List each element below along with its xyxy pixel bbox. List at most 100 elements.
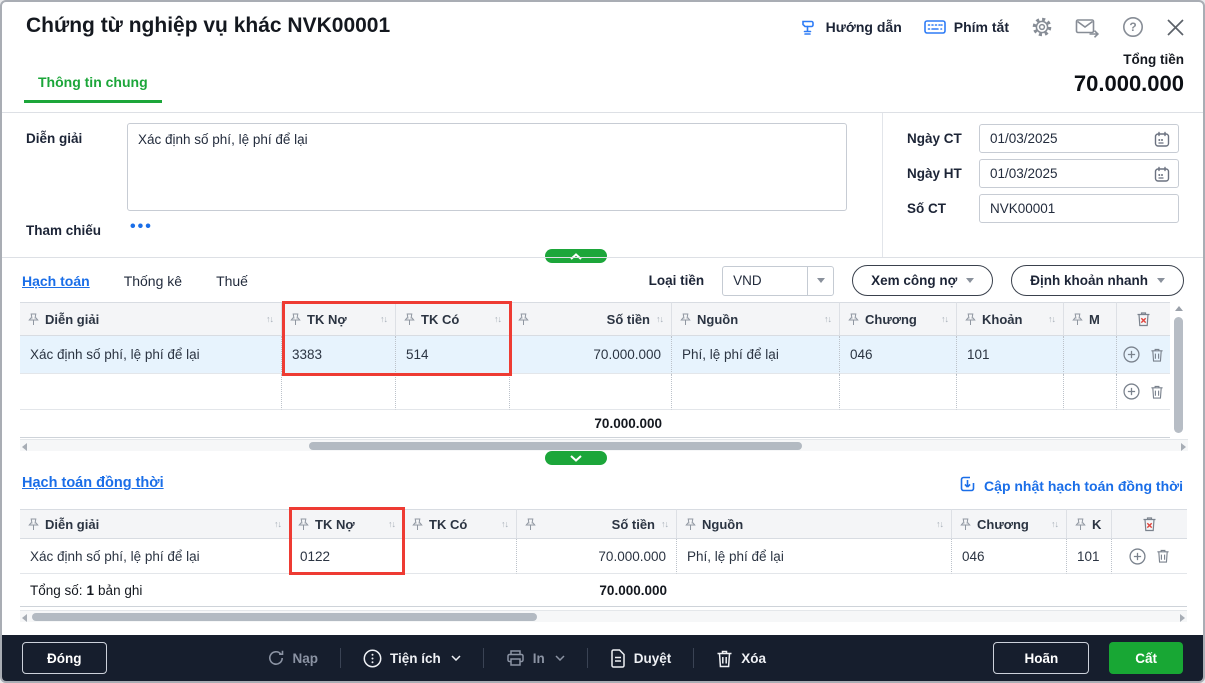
settings-gear-icon[interactable] [1031, 16, 1053, 38]
horizontal-scrollbar[interactable] [20, 439, 1188, 451]
cell-so-tien[interactable]: 70.000.000 [517, 539, 677, 574]
cell-tk-no[interactable]: 3383 [282, 336, 396, 374]
sort-icon[interactable]: ↑↓ [936, 519, 944, 529]
col-header-tk-no[interactable]: TK Nợ ↑↓ [290, 509, 404, 539]
duyet-button[interactable]: Duyệt [610, 648, 671, 668]
cell-empty[interactable] [1064, 374, 1117, 410]
col-header-chuong[interactable]: Chương ↑↓ [952, 509, 1067, 539]
cell-empty[interactable] [396, 374, 510, 410]
cell-empty[interactable] [957, 374, 1064, 410]
cell-chuong[interactable]: 046 [952, 539, 1067, 574]
scrollbar-thumb[interactable] [1174, 317, 1183, 433]
chevron-down-icon [451, 655, 461, 661]
collapse-form-button[interactable] [545, 249, 607, 263]
cell-dien-giai[interactable]: Xác định số phí, lệ phí để lại [20, 539, 290, 574]
dien-giai-input[interactable] [127, 123, 847, 211]
col-header-dien-giai[interactable]: Diễn giải ↑↓ [20, 509, 290, 539]
sort-icon[interactable]: ↑↓ [388, 519, 396, 529]
printer-icon [507, 650, 524, 666]
col-header-nguon[interactable]: Nguồn ↑↓ [677, 509, 952, 539]
sort-icon[interactable]: ↑↓ [661, 519, 669, 529]
tien-ich-button[interactable]: Tiện ích [363, 649, 461, 668]
sort-icon[interactable]: ↑↓ [380, 314, 388, 324]
col-header-tk-co[interactable]: TK Có ↑↓ [404, 509, 517, 539]
help-question-icon[interactable]: ? [1122, 16, 1144, 38]
cell-tk-co[interactable] [404, 539, 517, 574]
sort-icon[interactable]: ↑↓ [494, 314, 502, 324]
delete-row-icon[interactable] [1156, 548, 1170, 564]
delete-all-rows-button[interactable] [1117, 302, 1170, 336]
close-icon[interactable] [1166, 18, 1185, 37]
sort-icon[interactable]: ↑↓ [941, 314, 949, 324]
col-header-khoan[interactable]: K [1067, 509, 1112, 539]
sort-icon[interactable]: ↑↓ [656, 314, 664, 324]
cat-button[interactable]: Cất [1109, 642, 1183, 674]
cell-tk-no[interactable]: 0122 [290, 539, 404, 574]
cell-khoan[interactable]: 101 [957, 336, 1064, 374]
cap-nhat-hach-toan-button[interactable]: Cập nhật hạch toán đồng thời [959, 475, 1183, 496]
sort-icon[interactable]: ↑↓ [1048, 314, 1056, 324]
cell-empty[interactable] [672, 374, 840, 410]
col-header-so-tien[interactable]: Số tiền ↑↓ [517, 509, 677, 539]
xoa-button[interactable]: Xóa [716, 649, 766, 668]
col-header-tk-no[interactable]: TK Nợ ↑↓ [282, 302, 396, 336]
cell-empty[interactable] [20, 374, 282, 410]
tab-thue[interactable]: Thuế [216, 273, 248, 289]
dong-button[interactable]: Đóng [22, 642, 107, 674]
delete-all-rows-button[interactable] [1112, 509, 1187, 539]
cell-khoan[interactable]: 101 [1067, 539, 1112, 574]
hoan-button[interactable]: Hoãn [993, 642, 1090, 674]
tab-hach-toan[interactable]: Hạch toán [22, 273, 90, 289]
col-header-tk-co[interactable]: TK Có ↑↓ [396, 302, 510, 336]
add-row-icon[interactable] [1123, 383, 1140, 400]
sort-icon[interactable]: ↑↓ [266, 314, 274, 324]
shortcut-keys-button[interactable]: Phím tắt [923, 19, 1009, 35]
col-header-so-tien[interactable]: Số tiền ↑↓ [510, 302, 672, 336]
collapse-table-button[interactable] [545, 451, 607, 465]
add-row-icon[interactable] [1129, 547, 1146, 565]
cell-empty[interactable] [840, 374, 957, 410]
xem-cong-no-button[interactable]: Xem công nợ [852, 265, 994, 296]
col-header-chuong[interactable]: Chương ↑↓ [840, 302, 957, 336]
cell-dien-giai[interactable]: Xác định số phí, lệ phí để lại [20, 336, 282, 374]
tham-chieu-more-button[interactable]: ••• [130, 218, 153, 236]
ngay-ct-input[interactable]: 01/03/2025 [979, 124, 1179, 153]
cell-nguon[interactable]: Phí, lệ phí để lại [677, 539, 952, 574]
tab-thong-ke[interactable]: Thống kê [124, 273, 182, 289]
delete-row-icon[interactable] [1150, 347, 1164, 363]
ngay-ht-input[interactable]: 01/03/2025 [979, 159, 1179, 188]
horizontal-scrollbar[interactable] [20, 610, 1187, 622]
cell-tk-co[interactable]: 514 [396, 336, 510, 374]
calendar-icon[interactable] [1154, 166, 1170, 186]
chevron-down-icon[interactable] [807, 266, 833, 295]
dinh-khoan-nhanh-button[interactable]: Định khoản nhanh [1011, 265, 1184, 296]
sort-icon[interactable]: ↑↓ [1051, 519, 1059, 529]
calendar-icon[interactable] [1154, 131, 1170, 151]
cell-chuong[interactable]: 046 [840, 336, 957, 374]
help-guide-button[interactable]: Hướng dẫn [799, 18, 902, 37]
col-header-khoan[interactable]: Khoản ↑↓ [957, 302, 1064, 336]
so-ct-input[interactable]: NVK00001 [979, 194, 1179, 223]
cell-nguon[interactable]: Phí, lệ phí để lại [672, 336, 840, 374]
add-row-icon[interactable] [1123, 346, 1140, 363]
col-header-dien-giai[interactable]: Diễn giải ↑↓ [20, 302, 282, 336]
col-header-nguon[interactable]: Nguồn ↑↓ [672, 302, 840, 336]
vertical-scrollbar[interactable] [1172, 304, 1185, 450]
sort-icon[interactable]: ↑↓ [824, 314, 832, 324]
cell-empty[interactable] [282, 374, 396, 410]
cell-empty[interactable] [510, 374, 672, 410]
sort-icon[interactable]: ↑↓ [501, 519, 509, 529]
hach-toan-dong-thoi-link[interactable]: Hạch toán đồng thời [22, 475, 164, 491]
loai-tien-select[interactable]: VND [722, 265, 835, 296]
cell-so-tien[interactable]: 70.000.000 [510, 336, 672, 374]
col-header-muc[interactable]: M [1064, 302, 1117, 336]
in-button[interactable]: In [506, 649, 565, 667]
sort-icon[interactable]: ↑↓ [274, 519, 282, 529]
delete-row-icon[interactable] [1150, 384, 1164, 400]
scrollbar-thumb[interactable] [309, 442, 802, 450]
nap-button[interactable]: Nạp [267, 649, 318, 667]
scrollbar-thumb[interactable] [32, 613, 537, 621]
send-email-icon[interactable] [1075, 17, 1100, 38]
tab-thong-tin-chung[interactable]: Thông tin chung [24, 74, 162, 103]
cell-muc[interactable] [1064, 336, 1117, 374]
